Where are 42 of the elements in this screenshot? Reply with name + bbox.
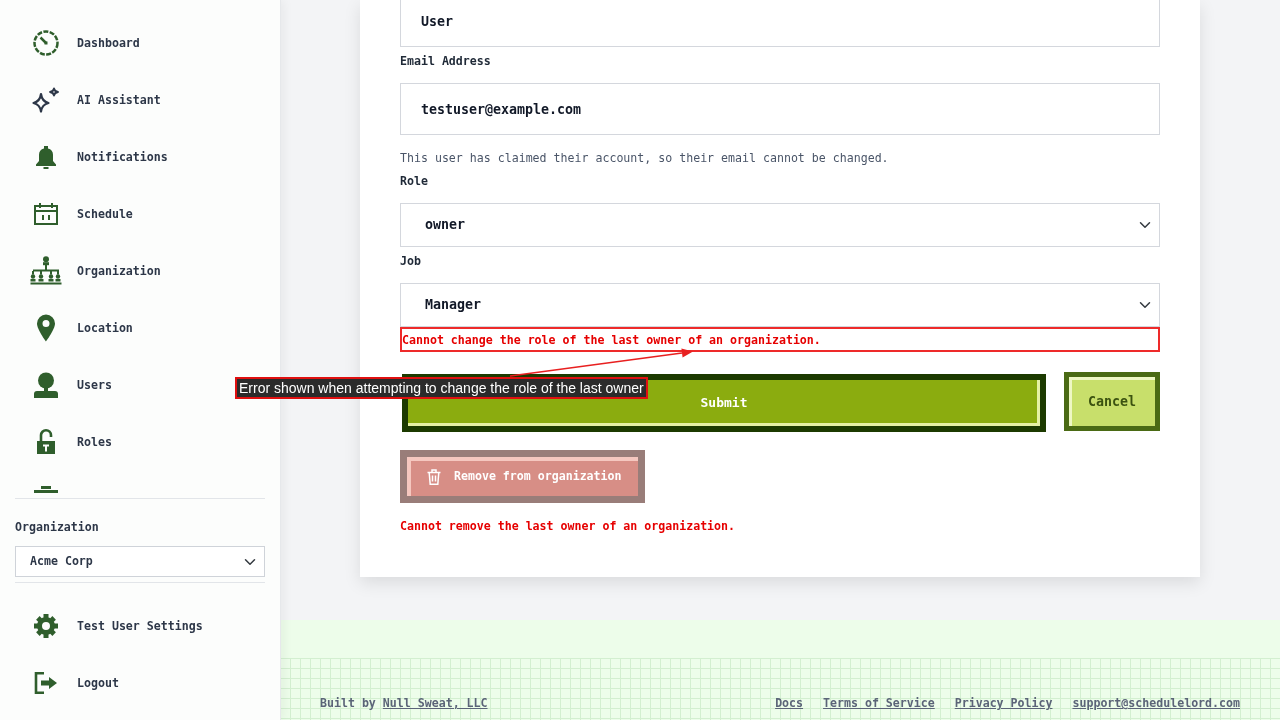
footer-link[interactable]: Privacy Policy xyxy=(954,694,1053,712)
footer-link[interactable]: support@schedulelord.com xyxy=(1072,694,1240,712)
settings-icon xyxy=(34,613,58,638)
user-icon xyxy=(34,371,58,398)
sidebar-item[interactable]: Logout xyxy=(30,671,119,694)
sidebar-item[interactable]: Location xyxy=(30,313,133,342)
gauge-icon xyxy=(33,29,59,56)
sidebar-item[interactable]: Test User Settings xyxy=(30,613,203,638)
credit-link[interactable]: Null Sweat, LLC xyxy=(382,696,488,710)
error-message: Cannot remove the last owner of an organization. xyxy=(400,518,736,535)
cancel-button[interactable]: Cancel xyxy=(1064,372,1160,431)
text-field[interactable]: User xyxy=(400,0,1160,47)
calendar-icon xyxy=(34,202,58,225)
organization-select[interactable]: Acme Corp xyxy=(15,546,265,577)
trash-icon xyxy=(427,468,441,485)
footer-link[interactable]: Docs xyxy=(775,694,804,712)
briefcase-icon xyxy=(34,486,58,493)
footer-link[interactable]: Terms of Service xyxy=(823,694,935,712)
select-field[interactable]: owner xyxy=(400,203,1160,247)
annotation-tooltip: Error shown when attempting to change the role of the last owner xyxy=(235,377,648,399)
map-pin-icon xyxy=(36,313,56,342)
help-text: This user has claimed their account, so their email cannot be changed. xyxy=(400,150,889,167)
sidebar-item[interactable]: Roles xyxy=(30,428,112,455)
sidebar-item[interactable]: Schedule xyxy=(30,202,133,225)
sparkles-icon xyxy=(31,86,61,113)
field-label: Job xyxy=(400,253,421,270)
field-label: Role xyxy=(400,173,428,190)
bell-icon xyxy=(34,144,58,169)
field-label: Organization xyxy=(15,519,99,536)
logout-icon xyxy=(34,671,58,694)
sidebar-item[interactable]: Notifications xyxy=(30,144,168,169)
sidebar-item[interactable]: AI Assistant xyxy=(30,86,161,113)
padlock-icon xyxy=(36,428,56,455)
org-chart-icon xyxy=(30,256,62,285)
sidebar-item[interactable]: Users xyxy=(30,371,112,398)
select-field[interactable]: Manager xyxy=(400,283,1160,327)
sidebar-item[interactable]: Organization xyxy=(30,256,161,285)
credit-text: Built by Null Sweat, LLC xyxy=(320,695,488,712)
field-label: Email Address xyxy=(400,53,491,70)
text-field[interactable]: testuser@example.com xyxy=(400,83,1160,135)
sidebar-item[interactable]: Dashboard xyxy=(30,29,140,56)
error-message: Cannot change the role of the last owner of an organization. xyxy=(402,331,821,349)
